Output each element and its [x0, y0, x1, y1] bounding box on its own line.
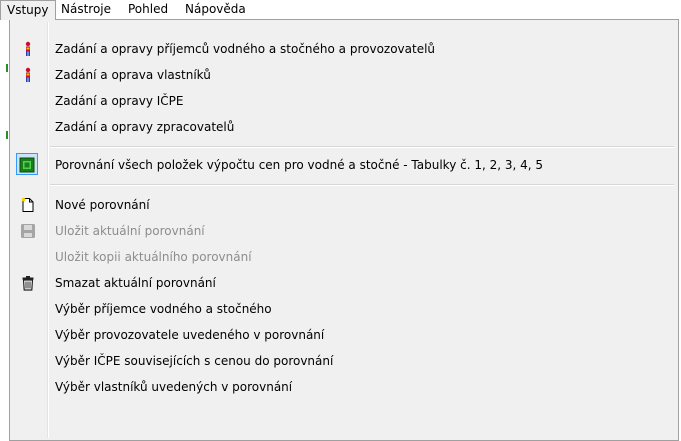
menu-item-label: Výběr IČPE souvisejících s cenou do poro…	[55, 354, 334, 368]
menu-bar: Vstupy Nástroje Pohled Nápověda	[0, 0, 681, 20]
menu-item-label: Nové porovnání	[55, 198, 150, 212]
menu-item-porovnani-tabulky[interactable]: Porovnání všech položek výpočtu cen pro …	[12, 153, 676, 177]
menu-item-label: Uložit kopii aktuálního porovnání	[55, 250, 252, 264]
menu-item-label: Výběr provozovatele uvedeného v porovnán…	[55, 328, 325, 342]
menu-item-label: Zadání a oprava vlastníků	[55, 68, 211, 82]
menu-item-prijemci[interactable]: Zadání a opravy příjemců vodného a stočn…	[12, 37, 676, 61]
trash-icon	[20, 275, 36, 291]
menu-pohled[interactable]: Pohled	[122, 0, 174, 19]
background-mark	[6, 64, 8, 72]
menu-item-smazat[interactable]: Smazat aktuální porovnání	[12, 271, 676, 295]
menu-item-vyber-prijemce[interactable]: Výběr příjemce vodného a stočného	[12, 297, 676, 321]
menu-item-ulozit[interactable]: Uložit aktuální porovnání	[12, 219, 676, 243]
menu-item-label: Zadání a opravy příjemců vodného a stočn…	[55, 42, 436, 56]
menu-item-icpe[interactable]: Zadání a opravy IČPE	[12, 89, 676, 113]
menu-item-label: Výběr vlastníků uvedených v porovnání	[55, 380, 293, 394]
person-icon	[20, 67, 36, 83]
menu-item-nove-porovnani[interactable]: Nové porovnání	[12, 193, 676, 217]
menu-item-label: Výběr příjemce vodného a stočného	[55, 302, 272, 316]
new-document-icon	[20, 197, 36, 213]
menu-item-label: Zadání a opravy zpracovatelů	[55, 120, 235, 134]
menu-item-label: Porovnání všech položek výpočtu cen pro …	[55, 158, 544, 172]
menu-item-label: Zadání a opravy IČPE	[55, 94, 184, 108]
menu-item-vyber-icpe[interactable]: Výběr IČPE souvisejících s cenou do poro…	[12, 349, 676, 373]
save-icon	[20, 223, 36, 239]
menu-separator	[50, 184, 674, 186]
menu-separator	[50, 146, 674, 148]
menu-item-ulozit-kopii[interactable]: Uložit kopii aktuálního porovnání	[12, 245, 676, 269]
menu-item-zpracovatele[interactable]: Zadání a opravy zpracovatelů	[12, 115, 676, 139]
menu-item-vyber-provozovatele[interactable]: Výběr provozovatele uvedeného v porovnán…	[12, 323, 676, 347]
table-green-icon	[19, 157, 35, 173]
background-mark	[6, 131, 8, 139]
menu-item-vlastnici[interactable]: Zadání a oprava vlastníků	[12, 63, 676, 87]
menu-nastroje[interactable]: Nástroje	[55, 0, 117, 19]
background-strip	[0, 19, 9, 439]
dropdown-menu-vstupy: Zadání a opravy příjemců vodného a stočn…	[9, 19, 679, 441]
menu-vstupy[interactable]: Vstupy	[0, 0, 56, 20]
menu-item-label: Uložit aktuální porovnání	[55, 224, 205, 238]
person-icon	[20, 41, 36, 57]
menu-item-vyber-vlastniku[interactable]: Výběr vlastníků uvedených v porovnání	[12, 375, 676, 399]
menu-item-label: Smazat aktuální porovnání	[55, 276, 216, 290]
menu-napoveda[interactable]: Nápověda	[179, 0, 252, 19]
